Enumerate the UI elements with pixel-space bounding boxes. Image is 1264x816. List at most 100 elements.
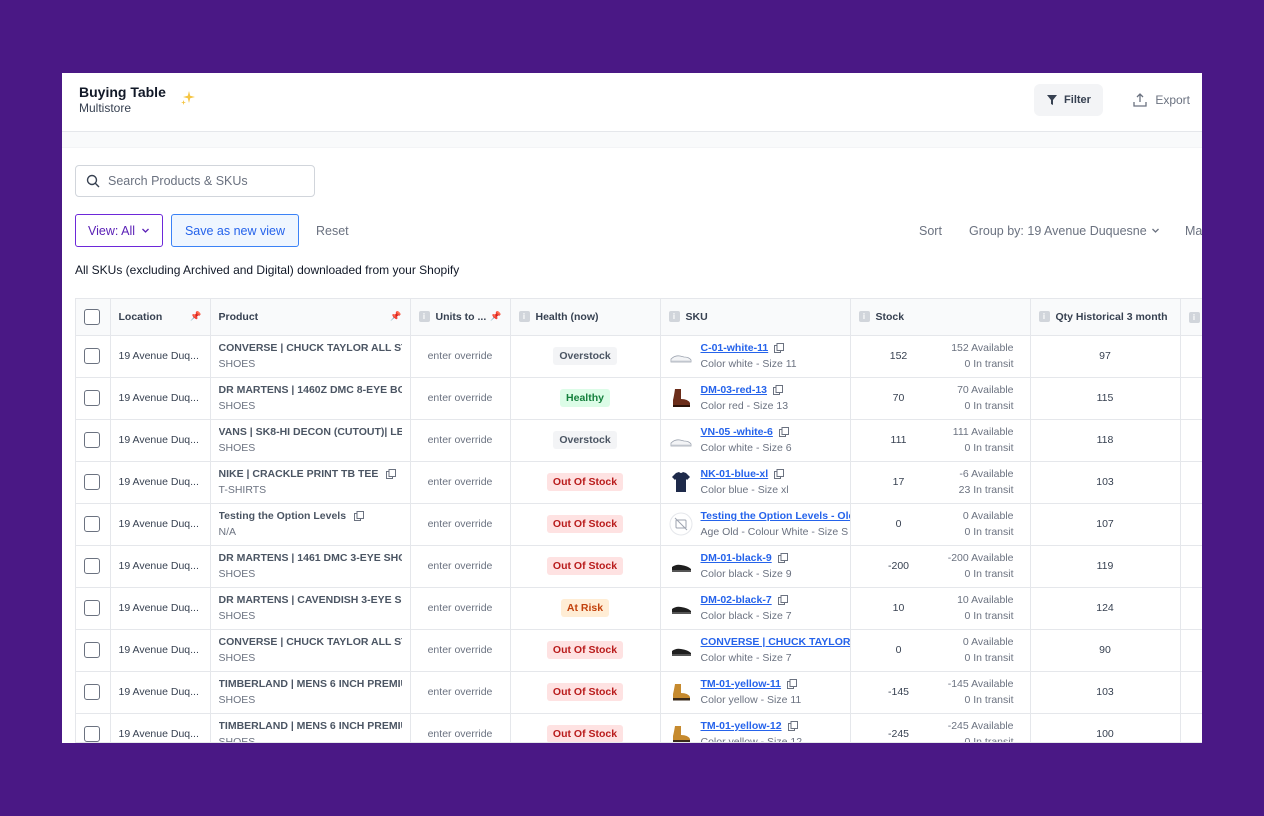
sku-link[interactable]: CONVERSE | CHUCK TAYLOR — [701, 636, 850, 648]
product-cell[interactable]: DR MARTENS | CAVENDISH 3-EYE SHOE SHOES — [210, 587, 411, 630]
table-row[interactable]: 19 Avenue Duq... Testing the Option Leve… — [76, 503, 1202, 546]
info-icon[interactable]: i — [518, 311, 530, 323]
select-all-checkbox[interactable] — [84, 308, 100, 325]
units-override-cell[interactable]: enter override — [410, 335, 511, 378]
table-row[interactable]: 19 Avenue Duq... NIKE | CRACKLE PRINT TB… — [76, 461, 1202, 504]
override-input[interactable]: enter override — [428, 728, 493, 740]
override-input[interactable]: enter override — [428, 476, 493, 488]
product-cell[interactable]: DR MARTENS | 1461 DMC 3-EYE SHOE SHOES — [210, 545, 411, 588]
search-input[interactable] — [108, 174, 298, 188]
table-row[interactable]: 19 Avenue Duq... DR MARTENS | CAVENDISH … — [76, 587, 1202, 630]
table-row[interactable]: 19 Avenue Duq... CONVERSE | CHUCK TAYLOR… — [76, 629, 1202, 672]
filter-button[interactable]: Filter — [1034, 84, 1103, 116]
units-override-cell[interactable]: enter override — [410, 461, 511, 504]
override-input[interactable]: enter override — [428, 434, 493, 446]
units-override-cell[interactable]: enter override — [410, 377, 511, 420]
product-cell[interactable]: DR MARTENS | 1460Z DMC 8-EYE BOOT SHOES — [210, 377, 411, 420]
sku-link[interactable]: Testing the Option Levels - Old — [701, 510, 850, 522]
table-row[interactable]: 19 Avenue Duq... CONVERSE | CHUCK TAYLOR… — [76, 335, 1202, 378]
table-row[interactable]: 19 Avenue Duq... TIMBERLAND | MENS 6 INC… — [76, 671, 1202, 714]
row-checkbox[interactable] — [84, 558, 100, 574]
save-as-new-view-button[interactable]: Save as new view — [171, 214, 299, 247]
copy-icon[interactable] — [787, 679, 798, 689]
sku-link[interactable]: TM-01-yellow-11 — [701, 678, 802, 690]
column-header-stock[interactable]: i Stock — [850, 299, 1031, 336]
copy-icon[interactable] — [386, 469, 397, 479]
sku-link[interactable]: DM-01-black-9 — [701, 552, 792, 564]
pin-icon[interactable]: 📌 — [490, 311, 501, 322]
product-cell[interactable]: CONVERSE | CHUCK TAYLOR ALL STAR SHOES — [210, 629, 411, 672]
sort-button[interactable]: Sort — [919, 214, 942, 247]
group-by-select[interactable]: Group by: 19 Avenue Duquesne — [969, 214, 1160, 247]
table-row[interactable]: 19 Avenue Duq... DR MARTENS | 1461 DMC 3… — [76, 545, 1202, 588]
row-checkbox[interactable] — [84, 390, 100, 406]
units-override-cell[interactable]: enter override — [410, 419, 511, 462]
row-checkbox[interactable] — [84, 684, 100, 700]
info-icon[interactable]: i — [858, 311, 870, 323]
column-header-sku[interactable]: i SKU — [660, 299, 851, 336]
info-icon[interactable]: i — [418, 311, 430, 323]
units-override-cell[interactable]: enter override — [410, 629, 511, 672]
column-header-units[interactable]: i Units to ... 📌 — [410, 299, 511, 336]
sku-link[interactable]: NK-01-blue-xl — [701, 468, 789, 480]
product-cell[interactable]: CONVERSE | CHUCK TAYLOR ALL STAR SHOES — [210, 335, 411, 378]
copy-icon[interactable] — [778, 427, 789, 437]
sku-link[interactable]: DM-03-red-13 — [701, 384, 789, 396]
units-override-cell[interactable]: enter override — [410, 671, 511, 714]
row-checkbox[interactable] — [84, 474, 100, 490]
column-header-location[interactable]: Location 📌 — [110, 299, 211, 336]
pin-icon[interactable]: 📌 — [190, 311, 201, 322]
export-button[interactable]: Export — [1124, 84, 1190, 116]
info-icon[interactable]: i — [1038, 311, 1050, 323]
override-input[interactable]: enter override — [428, 518, 493, 530]
row-checkbox[interactable] — [84, 726, 100, 742]
sku-link[interactable]: C-01-white-11 — [701, 342, 797, 354]
column-header-next[interactable]: i — [1180, 299, 1202, 336]
table-row[interactable]: 19 Avenue Duq... DR MARTENS | 1460Z DMC … — [76, 377, 1202, 420]
units-override-cell[interactable]: enter override — [410, 503, 511, 546]
sku-link[interactable]: DM-02-black-7 — [701, 594, 792, 606]
copy-icon[interactable] — [787, 721, 798, 731]
copy-icon[interactable] — [777, 553, 788, 563]
override-input[interactable]: enter override — [428, 560, 493, 572]
copy-icon[interactable] — [354, 511, 365, 521]
sku-link[interactable]: TM-01-yellow-12 — [701, 720, 803, 732]
product-cell[interactable]: TIMBERLAND | MENS 6 INCH PREMIUM SHOES — [210, 713, 411, 742]
info-icon[interactable]: i — [1188, 311, 1200, 323]
row-checkbox[interactable] — [84, 432, 100, 448]
product-cell[interactable]: VANS | SK8-HI DECON (CUTOUT)| LEAVES SHO… — [210, 419, 411, 462]
table-row[interactable]: 19 Avenue Duq... VANS | SK8-HI DECON (CU… — [76, 419, 1202, 462]
view-select-button[interactable]: View: All — [75, 214, 163, 247]
row-checkbox[interactable] — [84, 600, 100, 616]
row-checkbox[interactable] — [84, 348, 100, 364]
product-cell[interactable]: TIMBERLAND | MENS 6 INCH PREMIUM SHOES — [210, 671, 411, 714]
units-override-cell[interactable]: enter override — [410, 587, 511, 630]
info-icon[interactable]: i — [668, 311, 680, 323]
search-box[interactable] — [75, 165, 315, 197]
override-input[interactable]: enter override — [428, 644, 493, 656]
override-input[interactable]: enter override — [428, 392, 493, 404]
copy-icon[interactable] — [777, 595, 788, 605]
product-cell[interactable]: NIKE | CRACKLE PRINT TB TEE T-SHIRTS — [210, 461, 411, 504]
copy-icon[interactable] — [774, 343, 785, 353]
sku-variant: Color white - Size 11 — [700, 358, 797, 370]
units-override-cell[interactable]: enter override — [410, 545, 511, 588]
pin-icon[interactable]: 📌 — [390, 311, 401, 322]
table-row[interactable]: 19 Avenue Duq... TIMBERLAND | MENS 6 INC… — [76, 713, 1202, 742]
override-input[interactable]: enter override — [428, 602, 493, 614]
column-header-qty-historical[interactable]: i Qty Historical 3 month — [1030, 299, 1181, 336]
reset-button[interactable]: Reset — [316, 214, 349, 247]
sparkle-icon[interactable] — [180, 90, 196, 106]
sku-link[interactable]: VN-05 -white-6 — [701, 426, 792, 438]
column-header-health[interactable]: i Health (now) — [510, 299, 661, 336]
truncated-toolbar-button[interactable]: Ma — [1185, 214, 1202, 247]
product-cell[interactable]: Testing the Option Levels N/A — [210, 503, 411, 546]
row-checkbox[interactable] — [84, 642, 100, 658]
column-header-product[interactable]: Product 📌 — [210, 299, 411, 336]
row-checkbox[interactable] — [84, 516, 100, 532]
copy-icon[interactable] — [774, 469, 785, 479]
override-input[interactable]: enter override — [428, 350, 493, 362]
units-override-cell[interactable]: enter override — [410, 713, 511, 742]
override-input[interactable]: enter override — [428, 686, 493, 698]
copy-icon[interactable] — [773, 385, 784, 395]
